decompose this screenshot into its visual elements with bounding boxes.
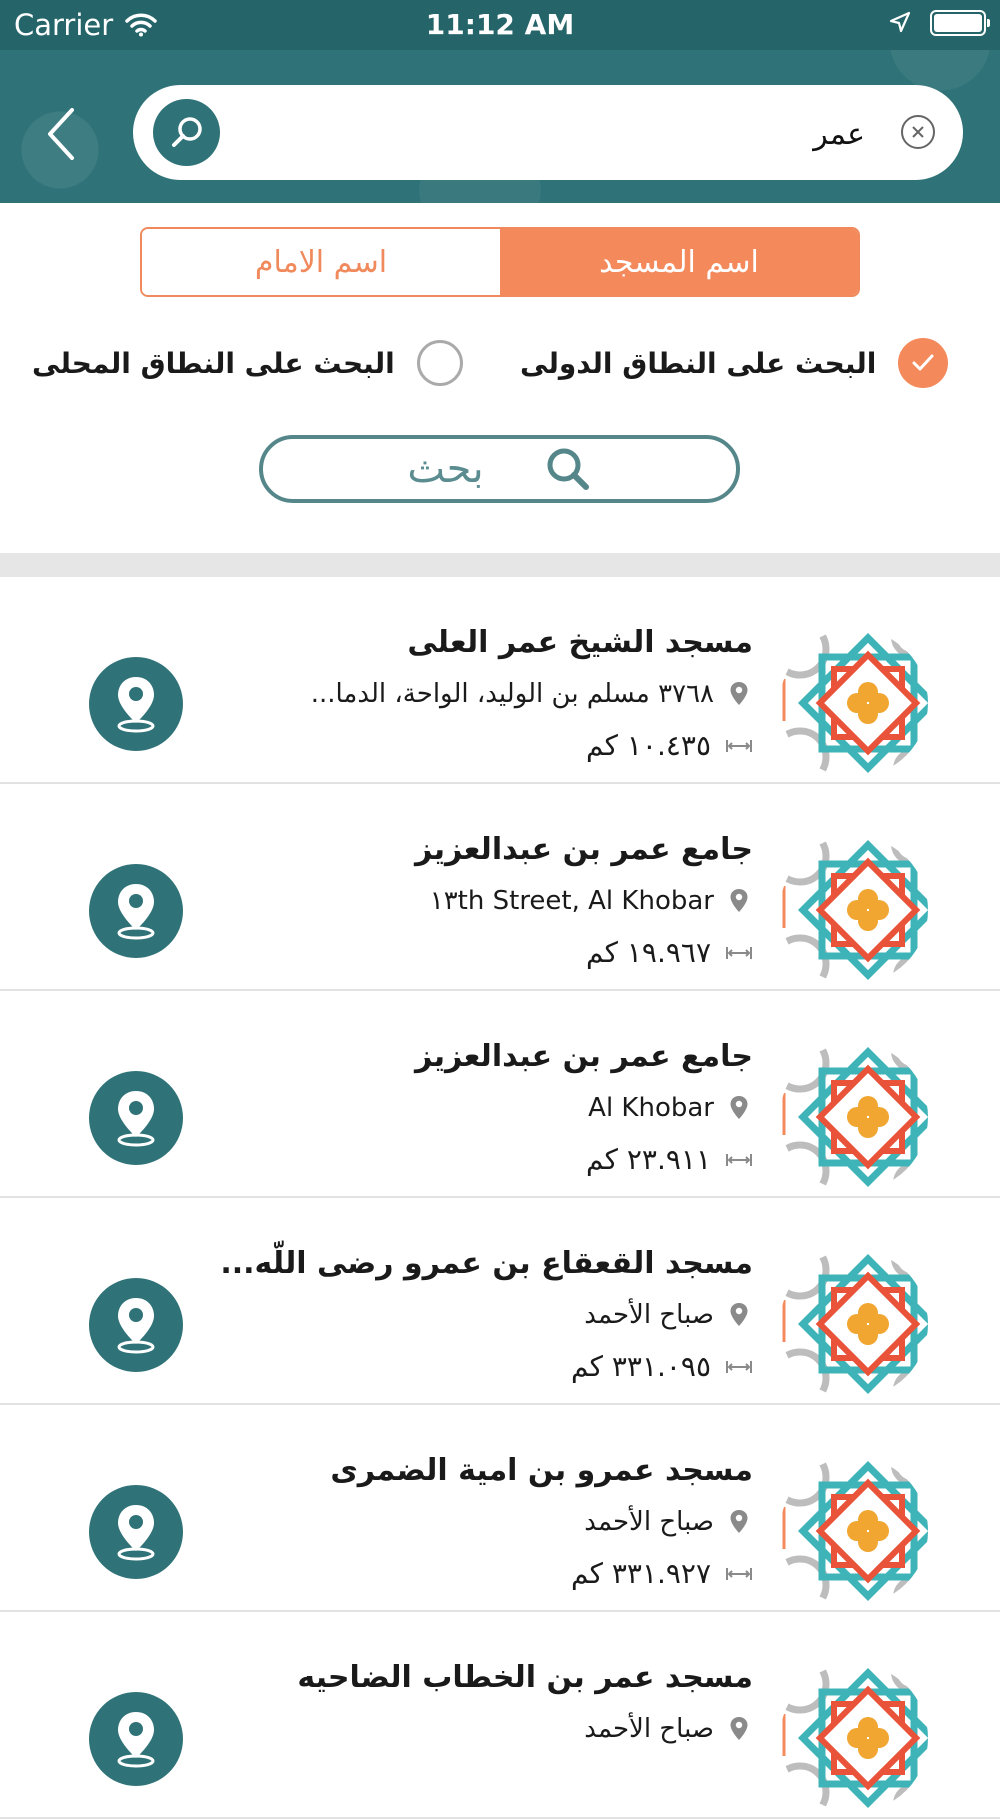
distance-line: ٢٣.٩١١ كم [586,1143,753,1176]
mosque-distance: ٢٣.٩١١ كم [586,1143,711,1176]
mosque-address: Al Khobar [588,1093,714,1123]
mosque-address: صباح الأحمد [584,1300,714,1330]
mosque-address: صباح الأحمد [584,1507,714,1537]
mosque-address: صباح الأحمد [584,1714,714,1744]
radio-checked-icon[interactable] [898,338,949,388]
distance-line: ٣٣١.٩٢٧ كم [571,1557,753,1590]
tab-mosque-name[interactable]: اسم المسجد [500,229,858,295]
location-pin-icon [730,682,748,705]
search-input[interactable] [243,103,867,165]
location-pin-icon [730,889,748,912]
status-bar: Carrier 11:12 AM [0,0,1000,50]
map-pin-icon [117,1505,155,1561]
distance-line: ١٩.٩٦٧ كم [586,936,753,969]
address-line: Al Khobar [588,1093,750,1123]
clear-search-button[interactable] [901,115,935,149]
search-icon [547,448,589,490]
mosque-pattern-image [780,1250,928,1398]
battery-icon [930,10,990,36]
search-type-tabs: اسم الامام اسم المسجد [140,227,860,297]
distance-line: ٣٣١.٠٩٥ كم [571,1350,753,1383]
result-row[interactable]: مسجد القعقاع بن عمرو رضى اللّه... صباح ا… [0,1198,1000,1405]
location-arrow-icon [889,11,911,33]
mosque-thumbnail [780,1664,928,1812]
mosque-name: مسجد القعقاع بن عمرو رضى اللّه... [220,1246,753,1281]
radio-unchecked-icon[interactable] [416,340,463,386]
location-pin-icon [730,1303,748,1326]
mosque-address: ١٣th Street, Al Khobar [429,886,714,916]
mosque-distance: ١٠.٤٣٥ كم [586,729,711,762]
search-button[interactable]: بحث [259,435,740,503]
close-icon [912,126,924,138]
address-line: صباح الأحمد [584,1714,750,1744]
scope-local-label: البحث على النطاق المحلى [32,346,395,380]
mosque-thumbnail [780,1043,928,1191]
map-pin-icon [117,884,155,940]
location-pin-icon [730,1510,748,1533]
mosque-name: جامع عمر بن عبدالعزيز [415,832,753,867]
show-on-map-button[interactable] [89,1071,183,1165]
mosque-thumbnail [780,629,928,777]
search-icon [171,116,202,147]
result-row[interactable]: مسجد عمرو بن امية الضمرى صباح الأحمد ٣٣١… [0,1405,1000,1612]
address-line: صباح الأحمد [584,1300,750,1330]
mosque-distance: ١٩.٩٦٧ كم [586,936,711,969]
mosque-pattern-image [780,1457,928,1605]
show-on-map-button[interactable] [89,864,183,958]
result-row[interactable]: جامع عمر بن عبدالعزيز ١٣th Street, Al Kh… [0,784,1000,991]
search-submit-button[interactable] [153,99,220,166]
mosque-distance: ٣٣١.٩٢٧ كم [570,1557,711,1590]
section-divider [0,553,1000,577]
checkmark-icon [912,354,934,371]
result-row[interactable]: مسجد عمر بن الخطاب الضاحيه صباح الأحمد [0,1612,1000,1819]
search-button-label: بحث [407,446,484,492]
app-header: Carrier 11:12 AM [0,0,1000,203]
distance-icon [726,1360,752,1373]
result-row[interactable]: مسجد الشيخ عمر العلى ٣٧٦٨ مسلم بن الوليد… [0,577,1000,784]
scope-international-label: البحث على النطاق الدولى [520,346,877,380]
location-pin-icon [730,1717,748,1740]
status-time: 11:12 AM [425,8,575,41]
scope-international-option[interactable]: البحث على النطاق الدولى [520,335,949,391]
show-on-map-button[interactable] [89,1278,183,1372]
mosque-name: مسجد عمرو بن امية الضمرى [330,1453,753,1488]
result-row[interactable]: جامع عمر بن عبدالعزيز Al Khobar ٢٣.٩١١ ك… [0,991,1000,1198]
distance-icon [726,1567,752,1580]
tab-imam-name[interactable]: اسم الامام [142,229,500,295]
distance-icon [726,946,752,959]
map-pin-icon [117,1091,155,1147]
mosque-pattern-image [780,629,928,777]
show-on-map-button[interactable] [89,657,183,751]
search-bar [133,85,963,180]
address-line: ١٣th Street, Al Khobar [430,886,750,916]
status-right [888,8,990,36]
distance-line: ١٠.٤٣٥ كم [586,729,753,762]
address-line: صباح الأحمد [584,1507,750,1537]
map-pin-icon [117,1712,155,1768]
map-pin-icon [117,1298,155,1354]
map-pin-icon [117,677,155,733]
distance-icon [726,739,752,752]
mosque-thumbnail [780,1457,928,1605]
mosque-name: مسجد الشيخ عمر العلى [407,625,753,660]
show-on-map-button[interactable] [89,1485,183,1579]
mosque-thumbnail [780,1250,928,1398]
mosque-pattern-image [780,1043,928,1191]
distance-icon [726,1153,752,1166]
results-list: مسجد الشيخ عمر العلى ٣٧٦٨ مسلم بن الوليد… [0,577,1000,1819]
mosque-address: ٣٧٦٨ مسلم بن الوليد، الواحة، الدما... [310,679,714,709]
mosque-thumbnail [780,836,928,984]
mosque-name: جامع عمر بن عبدالعزيز [415,1039,753,1074]
back-button[interactable] [40,104,84,164]
mosque-pattern-image [780,1664,928,1812]
address-line: ٣٧٦٨ مسلم بن الوليد، الواحة، الدما... [311,679,750,709]
mosque-pattern-image [780,836,928,984]
mosque-distance: ٣٣١.٠٩٥ كم [570,1350,711,1383]
chevron-left-icon [48,108,74,160]
location-pin-icon [730,1096,748,1119]
scope-local-option[interactable]: البحث على النطاق المحلى [32,335,463,391]
mosque-name: مسجد عمر بن الخطاب الضاحيه [297,1660,753,1695]
show-on-map-button[interactable] [89,1692,183,1786]
